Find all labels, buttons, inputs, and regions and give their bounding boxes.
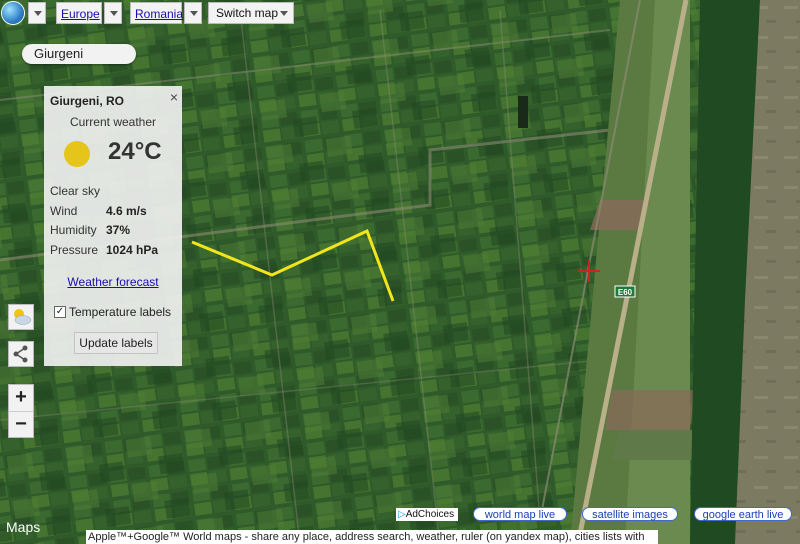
maps-logo-text: Maps <box>6 519 41 535</box>
region-link[interactable]: Europe <box>56 2 102 24</box>
zoom-control: + − <box>8 384 34 438</box>
chevron-down-icon[interactable] <box>28 2 46 24</box>
footer-text: Apple™+Google™ World maps - share any pl… <box>86 530 658 544</box>
adchoices-label: AdChoices <box>405 509 455 520</box>
satellite-images-link[interactable]: satellite images <box>582 507 678 521</box>
weather-row-wind: Wind 4.6 m/s <box>50 202 180 220</box>
country-link[interactable]: Romania <box>130 2 183 24</box>
share-icon <box>13 345 28 363</box>
chevron-down-icon[interactable] <box>184 2 202 24</box>
adchoices-icon: ▷ <box>398 509 406 520</box>
weather-row-label: Wind <box>50 204 78 218</box>
globe-icon[interactable] <box>2 2 24 24</box>
weather-row-value: 1024 hPa <box>106 243 159 257</box>
adchoices-badge[interactable]: ▷AdChoices <box>396 508 459 521</box>
weather-row-pressure: Pressure 1024 hPa <box>50 241 180 259</box>
weather-toggle-button[interactable] <box>8 304 34 330</box>
temperature-labels-checkbox[interactable]: ✓ <box>54 306 66 318</box>
google-earth-live-link[interactable]: google earth live <box>694 507 792 521</box>
switch-map-button[interactable]: Switch map <box>208 2 294 24</box>
weather-row-humidity: Humidity 37% <box>50 221 180 239</box>
weather-forecast-link[interactable]: Weather forecast <box>44 275 182 289</box>
sun-icon <box>64 141 90 167</box>
maps-logo: Maps <box>6 519 40 535</box>
weather-panel: Giurgeni, RO × Current weather 24°C Clea… <box>44 86 182 366</box>
road-badge: E60 <box>614 285 636 298</box>
weather-row-label: Pressure <box>50 243 99 257</box>
share-button[interactable] <box>8 341 34 367</box>
weather-heading: Current weather <box>69 115 157 129</box>
weather-row-value: 4.6 m/s <box>106 204 147 218</box>
place-label: Giurgeni <box>22 44 136 64</box>
chevron-down-icon[interactable] <box>104 2 122 24</box>
weather-row-value: 37% <box>106 223 131 237</box>
zoom-in-button[interactable]: + <box>9 385 33 412</box>
update-labels-button[interactable]: Update labels <box>74 332 158 354</box>
world-map-live-link[interactable]: world map live <box>473 507 567 521</box>
road-label: E60 <box>618 288 633 297</box>
weather-condition: Clear sky <box>50 184 101 198</box>
close-icon[interactable]: × <box>170 89 178 105</box>
weather-location: Giurgeni, RO <box>50 94 125 108</box>
temperature: 24°C <box>108 138 162 165</box>
weather-icon <box>14 309 32 325</box>
weather-row-label: Humidity <box>50 223 97 237</box>
temperature-labels-label: Temperature labels <box>69 305 172 319</box>
zoom-out-button[interactable]: − <box>9 412 33 438</box>
